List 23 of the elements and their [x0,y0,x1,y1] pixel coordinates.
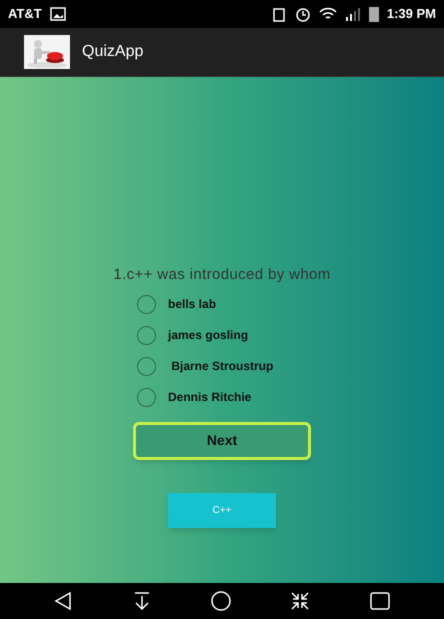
option-label[interactable]: Dennis Ritchie [168,388,252,406]
radio-button[interactable] [137,326,156,344]
home-icon[interactable] [210,590,232,612]
collapse-icon[interactable] [290,591,310,611]
question-text: 1.c++ was introduced by whom [113,265,331,285]
signal-icon [344,7,361,21]
image-icon [50,7,66,21]
option-label[interactable]: bells lab [168,295,216,313]
radio-button[interactable] [137,356,156,376]
alarm-icon [294,6,311,22]
wifi-icon [318,7,337,21]
option-label[interactable]: james gosling [168,326,248,344]
battery-icon [368,6,379,22]
clock-text: 1:39 PM [386,5,436,24]
phone-icon [270,6,287,22]
radio-button[interactable] [137,294,156,314]
app-title: QuizApp [82,42,144,62]
back-icon[interactable] [53,591,74,611]
option-label[interactable]: Bjarne Stroustrup [168,357,274,375]
radio-button[interactable] [137,388,156,406]
carrier-text: AT&T [8,5,42,24]
next-button[interactable]: Next [133,422,311,460]
recents-icon[interactable] [368,590,391,612]
